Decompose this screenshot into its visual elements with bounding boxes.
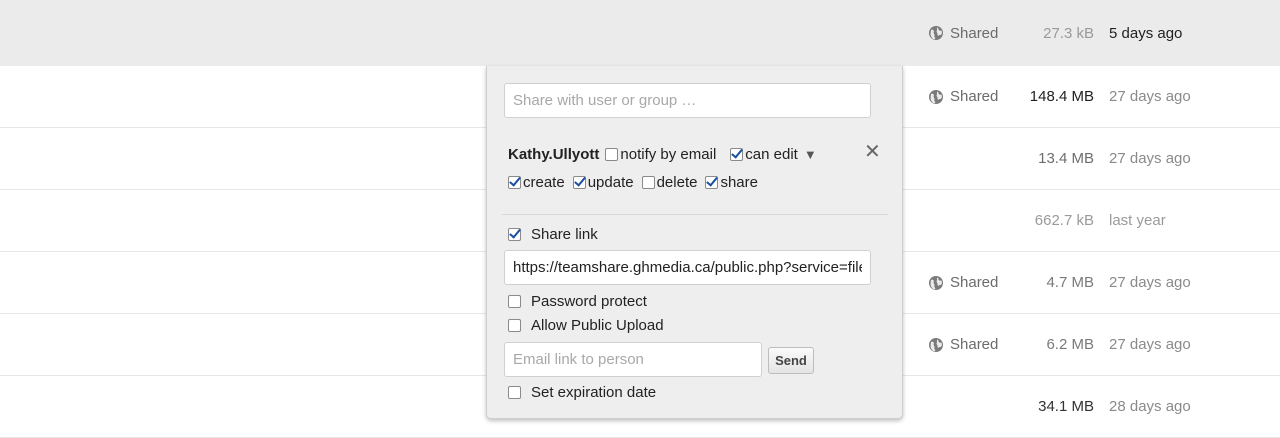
globe-icon — [929, 89, 943, 104]
globe-icon — [929, 26, 943, 40]
shared-indicator[interactable]: Shared — [928, 0, 998, 66]
file-date: 27 days ago — [1109, 88, 1191, 105]
shared-label: Shared — [950, 88, 999, 105]
public-upload-checkbox[interactable] — [508, 319, 521, 332]
shared-user-entry: Kathy.Ullyott notify by email can edit ▼ — [508, 146, 817, 163]
file-date: 27 days ago — [1109, 150, 1191, 167]
permission-create-label: create — [523, 174, 565, 191]
permission-update-label: update — [587, 174, 634, 191]
notify-email-label: notify by email — [620, 146, 717, 163]
shared-indicator[interactable]: Shared — [928, 314, 998, 375]
divider — [502, 214, 888, 215]
permission-delete-label: delete — [656, 174, 698, 191]
shared-label: Shared — [950, 24, 999, 42]
globe-icon — [929, 275, 943, 290]
file-size: 27.3 kB — [1043, 24, 1094, 42]
file-date: 27 days ago — [1109, 274, 1191, 291]
permission-share-label: share — [720, 174, 758, 191]
password-option: Password protect — [508, 293, 647, 310]
file-size: 148.4 MB — [1029, 88, 1094, 105]
public-upload-option: Allow Public Upload — [508, 317, 664, 334]
share-dropdown: Kathy.Ullyott notify by email can edit ▼… — [486, 66, 903, 419]
shared-indicator[interactable]: Shared — [928, 66, 998, 127]
close-icon[interactable]: ✕ — [864, 142, 881, 162]
file-date: 28 days ago — [1109, 398, 1191, 415]
permission-share-checkbox[interactable] — [705, 176, 719, 189]
notify-email-checkbox[interactable] — [605, 148, 619, 161]
share-link-checkbox[interactable] — [508, 228, 521, 241]
share-link-option: Share link — [508, 226, 598, 243]
file-size: 13.4 MB — [1038, 150, 1094, 167]
expiration-option: Set expiration date — [508, 384, 656, 401]
password-label: Password protect — [531, 293, 647, 310]
password-checkbox[interactable] — [508, 295, 521, 308]
permissions-list: create update delete share — [508, 174, 766, 191]
share-with-input[interactable] — [504, 83, 871, 118]
file-size: 34.1 MB — [1038, 398, 1094, 415]
share-link-label: Share link — [531, 226, 598, 243]
email-link-input[interactable] — [504, 342, 762, 377]
file-date: 5 days ago — [1109, 24, 1183, 42]
send-button[interactable]: Send — [768, 347, 814, 374]
can-edit-checkbox[interactable] — [730, 148, 744, 161]
permission-update-checkbox[interactable] — [572, 176, 586, 189]
file-size: 4.7 MB — [1046, 274, 1094, 291]
file-date: 27 days ago — [1109, 336, 1191, 353]
permission-delete-checkbox[interactable] — [641, 176, 655, 189]
public-upload-label: Allow Public Upload — [531, 317, 664, 334]
expiration-checkbox[interactable] — [508, 386, 521, 399]
shared-label: Shared — [950, 336, 999, 353]
user-name: Kathy.Ullyott — [508, 146, 600, 163]
triangle-down-icon[interactable]: ▼ — [804, 147, 817, 162]
file-size: 6.2 MB — [1046, 336, 1094, 353]
shared-label: Shared — [950, 274, 999, 291]
shared-indicator[interactable]: Shared — [928, 252, 998, 313]
share-link-url-field[interactable] — [504, 250, 871, 285]
file-size: 662.7 kB — [1034, 212, 1094, 229]
file-date: last year — [1109, 212, 1166, 229]
globe-icon — [929, 337, 943, 352]
file-row[interactable]: Shared 27.3 kB 5 days ago — [0, 0, 1280, 67]
can-edit-label: can edit — [745, 146, 798, 163]
permission-create-checkbox[interactable] — [508, 176, 521, 189]
expiration-label: Set expiration date — [531, 384, 657, 401]
